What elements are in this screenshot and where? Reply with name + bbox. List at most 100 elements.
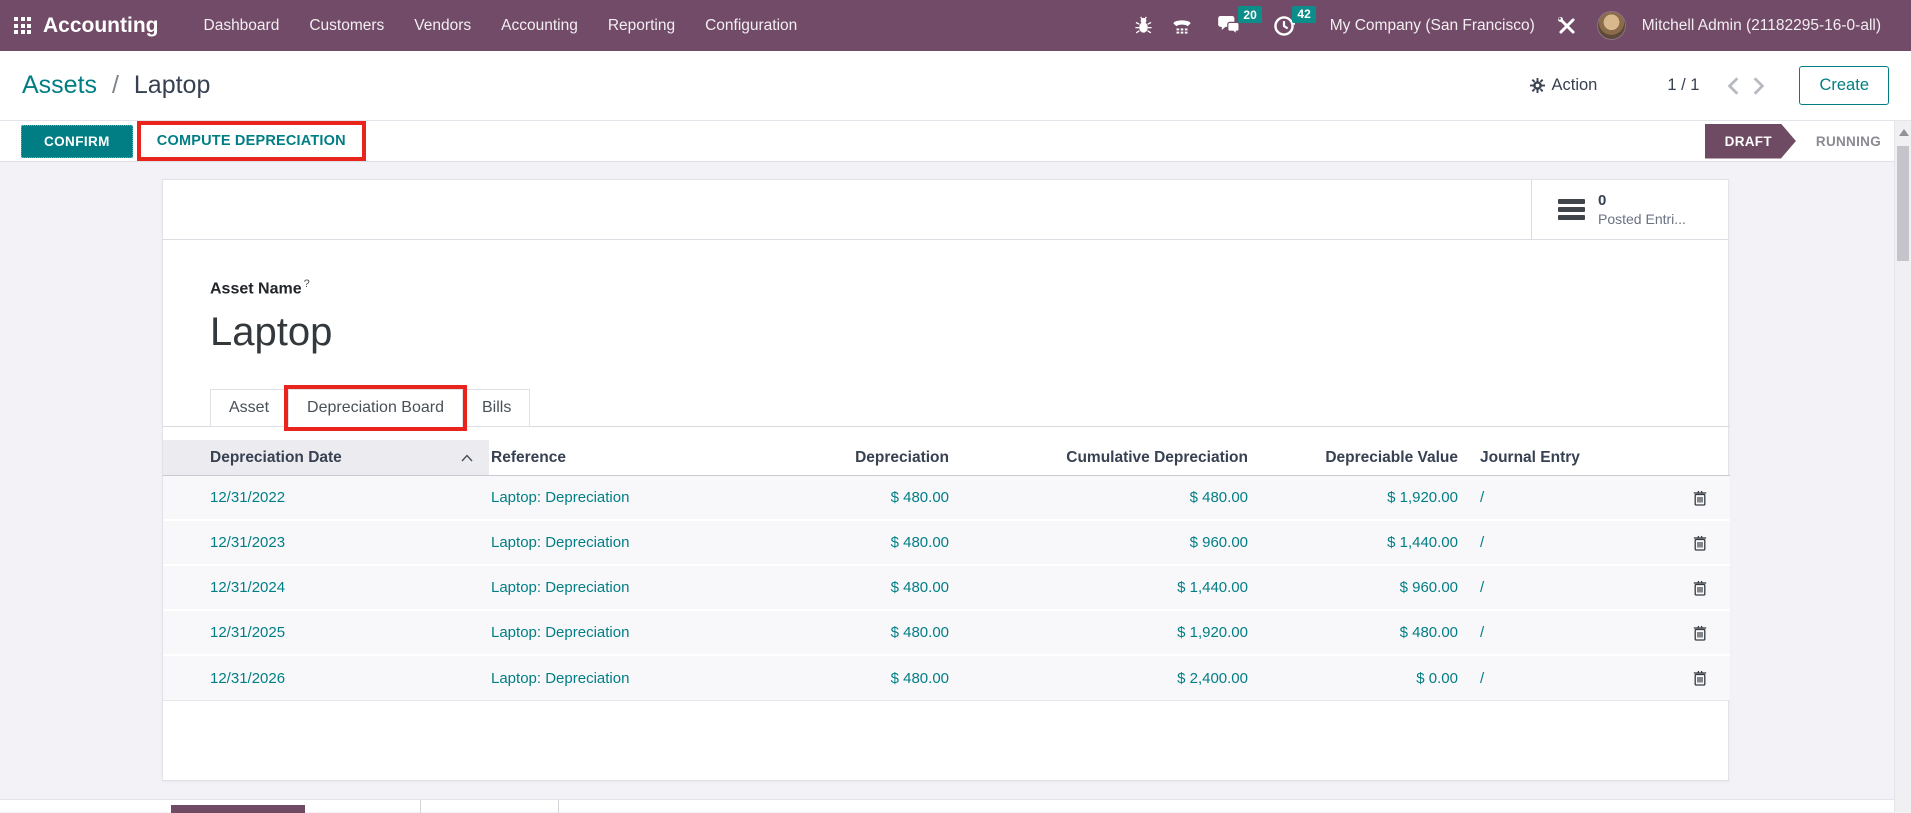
cell-depreciable[interactable]: $ 0.00 — [1248, 670, 1458, 687]
cell-reference[interactable]: Laptop: Depreciation — [489, 670, 689, 687]
pager-previous-button[interactable] — [1721, 73, 1746, 99]
column-header-depreciable-value[interactable]: Depreciable Value — [1248, 440, 1458, 475]
scroll-up-arrow-icon[interactable] — [1899, 129, 1909, 136]
menu-item-customers[interactable]: Customers — [294, 9, 399, 43]
tab-bills[interactable]: Bills — [463, 389, 530, 427]
tab-asset[interactable]: Asset — [210, 389, 288, 427]
column-header-cumulative-depreciation[interactable]: Cumulative Depreciation — [949, 440, 1248, 475]
button-box-strip: 0 Posted Entri... — [163, 180, 1728, 240]
apps-grid-icon[interactable] — [14, 17, 31, 34]
messages-badge: 20 — [1238, 6, 1261, 23]
top-menu: DashboardCustomersVendorsAccountingRepor… — [189, 9, 813, 43]
chatter-strip — [0, 799, 1894, 812]
table-row[interactable]: 12/31/2022Laptop: Depreciation$ 480.00$ … — [163, 476, 1730, 521]
cell-date[interactable]: 12/31/2022 — [163, 489, 489, 506]
table-row[interactable]: 12/31/2023Laptop: Depreciation$ 480.00$ … — [163, 521, 1730, 566]
pager-next-button[interactable] — [1746, 73, 1771, 99]
cell-journal[interactable]: / — [1458, 670, 1670, 687]
user-avatar[interactable] — [1597, 11, 1626, 40]
navbar-right: 20 42 My Company (San Francisco) Mitchel… — [1125, 10, 1893, 42]
status-draft[interactable]: DRAFT — [1705, 124, 1796, 159]
column-header-reference[interactable]: Reference — [489, 440, 689, 475]
app-brand[interactable]: Accounting — [43, 14, 159, 38]
control-panel-right: Action 1 / 1 Create — [1530, 66, 1890, 105]
sheet-body: Asset Name? Laptop Asset Depreciation Bo… — [163, 240, 1728, 701]
cell-reference[interactable]: Laptop: Depreciation — [489, 579, 689, 596]
asset-name-value[interactable]: Laptop — [210, 310, 1728, 355]
help-marker-icon: ? — [304, 278, 310, 290]
notebook-tabs: Asset Depreciation Board Bills — [163, 389, 1730, 427]
column-header-depreciation[interactable]: Depreciation — [689, 440, 949, 475]
scrollbar-thumb[interactable] — [1897, 146, 1909, 261]
confirm-button[interactable]: CONFIRM — [21, 125, 133, 158]
delete-row-button[interactable] — [1670, 490, 1730, 506]
cell-depreciable[interactable]: $ 480.00 — [1248, 624, 1458, 641]
table-row[interactable]: 12/31/2025Laptop: Depreciation$ 480.00$ … — [163, 611, 1730, 656]
cell-cumulative[interactable]: $ 960.00 — [949, 534, 1248, 551]
trash-icon — [1693, 535, 1707, 551]
action-menu-button[interactable]: Action — [1530, 76, 1598, 95]
menu-item-accounting[interactable]: Accounting — [486, 9, 593, 43]
cell-depreciation[interactable]: $ 480.00 — [689, 579, 949, 596]
cell-depreciation[interactable]: $ 480.00 — [689, 489, 949, 506]
posted-entries-button[interactable]: 0 Posted Entri... — [1531, 180, 1728, 239]
delete-row-button[interactable] — [1670, 670, 1730, 686]
breadcrumb-assets-link[interactable]: Assets — [22, 71, 97, 99]
control-panel: Assets / Laptop Action 1 / 1 Create — [0, 51, 1911, 121]
cell-date[interactable]: 12/31/2024 — [163, 579, 489, 596]
activities-clock-icon[interactable]: 42 — [1264, 10, 1304, 42]
cell-depreciable[interactable]: $ 960.00 — [1248, 579, 1458, 596]
pager: 1 / 1 — [1667, 73, 1771, 99]
debug-bug-icon[interactable] — [1125, 11, 1162, 40]
cell-depreciable[interactable]: $ 1,920.00 — [1248, 489, 1458, 506]
table-row[interactable]: 12/31/2024Laptop: Depreciation$ 480.00$ … — [163, 566, 1730, 611]
cell-cumulative[interactable]: $ 2,400.00 — [949, 670, 1248, 687]
gear-icon — [1530, 78, 1545, 93]
breadcrumb: Assets / Laptop — [22, 71, 210, 100]
tools-icon[interactable] — [1547, 10, 1587, 42]
cell-journal[interactable]: / — [1458, 534, 1670, 551]
cell-depreciation[interactable]: $ 480.00 — [689, 534, 949, 551]
messages-icon[interactable]: 20 — [1208, 10, 1250, 41]
cell-date[interactable]: 12/31/2025 — [163, 624, 489, 641]
cell-depreciable[interactable]: $ 1,440.00 — [1248, 534, 1458, 551]
user-menu[interactable]: Mitchell Admin (21182295-16-0-all) — [1630, 17, 1893, 35]
depreciation-table: Depreciation Date Reference Depreciation… — [163, 440, 1730, 701]
cell-depreciation[interactable]: $ 480.00 — [689, 624, 949, 641]
tab-depreciation-board[interactable]: Depreciation Board — [288, 389, 463, 427]
menu-item-configuration[interactable]: Configuration — [690, 9, 812, 43]
annotation-box-compute: COMPUTE DEPRECIATION — [141, 125, 362, 157]
cell-date[interactable]: 12/31/2023 — [163, 534, 489, 551]
cell-cumulative[interactable]: $ 1,440.00 — [949, 579, 1248, 596]
column-header-journal-entry[interactable]: Journal Entry — [1458, 440, 1670, 475]
company-switcher[interactable]: My Company (San Francisco) — [1318, 17, 1547, 35]
delete-row-button[interactable] — [1670, 625, 1730, 641]
cell-date[interactable]: 12/31/2026 — [163, 670, 489, 687]
statusbar: DRAFT RUNNING — [1705, 124, 1881, 159]
cell-depreciation[interactable]: $ 480.00 — [689, 670, 949, 687]
cell-reference[interactable]: Laptop: Depreciation — [489, 534, 689, 551]
menu-item-vendors[interactable]: Vendors — [399, 9, 486, 43]
delete-row-button[interactable] — [1670, 535, 1730, 551]
menu-item-dashboard[interactable]: Dashboard — [189, 9, 295, 43]
cell-journal[interactable]: / — [1458, 579, 1670, 596]
table-row[interactable]: 12/31/2026Laptop: Depreciation$ 480.00$ … — [163, 656, 1730, 701]
create-button[interactable]: Create — [1799, 66, 1889, 105]
support-phone-icon[interactable] — [1162, 11, 1202, 41]
breadcrumb-current: Laptop — [134, 71, 210, 99]
delete-row-button[interactable] — [1670, 580, 1730, 596]
cell-reference[interactable]: Laptop: Depreciation — [489, 624, 689, 641]
action-menu-label: Action — [1552, 76, 1598, 95]
compute-depreciation-button[interactable]: COMPUTE DEPRECIATION — [141, 125, 362, 157]
menu-item-reporting[interactable]: Reporting — [593, 9, 690, 43]
cell-cumulative[interactable]: $ 480.00 — [949, 489, 1248, 506]
column-header-depreciation-date[interactable]: Depreciation Date — [163, 440, 489, 475]
cell-cumulative[interactable]: $ 1,920.00 — [949, 624, 1248, 641]
vertical-scrollbar[interactable] — [1894, 121, 1911, 812]
column-header-actions — [1670, 440, 1730, 475]
status-running[interactable]: RUNNING — [1816, 134, 1881, 149]
cell-journal[interactable]: / — [1458, 489, 1670, 506]
cell-reference[interactable]: Laptop: Depreciation — [489, 489, 689, 506]
cell-journal[interactable]: / — [1458, 624, 1670, 641]
trash-icon — [1693, 670, 1707, 686]
